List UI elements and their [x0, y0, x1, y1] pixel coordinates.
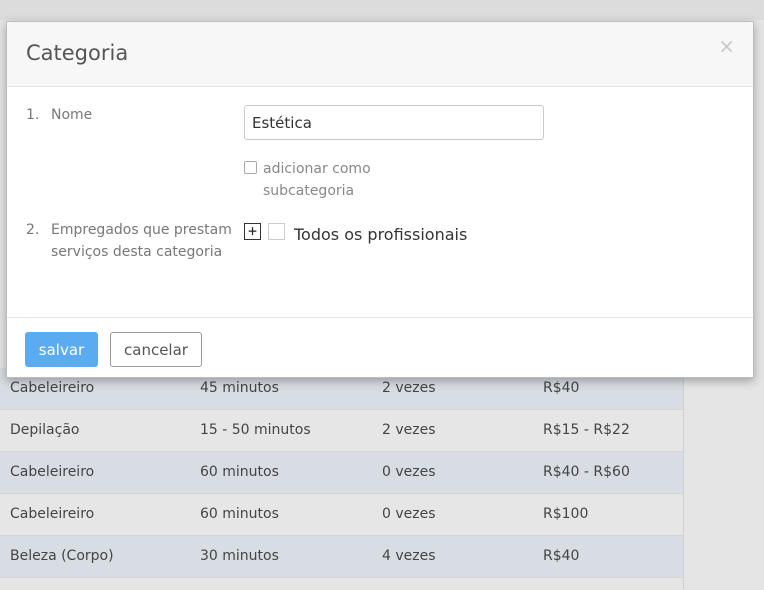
- save-button[interactable]: salvar: [25, 332, 98, 367]
- cell-times: 2 vezes: [382, 380, 436, 396]
- cell-category: Depilação: [10, 422, 80, 438]
- cell-price: R$15 - R$22: [543, 422, 630, 438]
- close-icon[interactable]: ×: [718, 36, 735, 56]
- cell-duration: 15 - 50 minutos: [200, 422, 311, 438]
- cell-duration: 30 minutos: [200, 548, 279, 564]
- table-row[interactable]: Beleza (Corpo) 30 minutos 4 vezes R$40: [0, 536, 683, 578]
- name-label: Nome: [51, 107, 93, 123]
- cell-category: Cabeleireiro: [10, 464, 95, 480]
- cell-price: R$40 - R$60: [543, 464, 630, 480]
- expand-plus-icon[interactable]: +: [244, 223, 261, 240]
- cell-times: 4 vezes: [382, 548, 436, 564]
- cell-price: R$40: [543, 548, 580, 564]
- cell-price: R$40: [543, 380, 580, 396]
- modal-header: Categoria ×: [7, 22, 753, 87]
- all-professionals-checkbox[interactable]: [268, 223, 285, 240]
- category-modal: Categoria × 1. Nome adicionar como subca…: [6, 21, 754, 378]
- cell-duration: 60 minutos: [200, 464, 279, 480]
- cell-category: Cabeleireiro: [10, 506, 95, 522]
- subcategory-label[interactable]: adicionar como subcategoria: [263, 158, 403, 202]
- cell-times: 0 vezes: [382, 464, 436, 480]
- page-right-panel: [683, 368, 764, 590]
- modal-footer: salvar cancelar: [7, 317, 753, 379]
- field-number-name: 1.: [26, 107, 40, 123]
- cell-duration: 45 minutos: [200, 380, 279, 396]
- table-row[interactable]: Cabeleireiro 60 minutos 0 vezes R$40 - R…: [0, 452, 683, 494]
- cell-times: 2 vezes: [382, 422, 436, 438]
- field-number-employees: 2.: [26, 222, 40, 238]
- all-professionals-label[interactable]: Todos os profissionais: [294, 225, 467, 244]
- cell-price: R$100: [543, 506, 589, 522]
- table-row[interactable]: Depilação 15 - 50 minutos 2 vezes R$15 -…: [0, 410, 683, 452]
- subcategory-checkbox[interactable]: [244, 161, 257, 174]
- page-topbar: [0, 0, 764, 20]
- modal-title: Categoria: [26, 41, 129, 65]
- name-input[interactable]: [244, 105, 544, 140]
- cancel-button[interactable]: cancelar: [110, 332, 202, 367]
- services-table: Cabeleireiro 45 minutos 2 vezes R$40 Dep…: [0, 368, 683, 578]
- employees-label: Empregados que prestam serviços desta ca…: [51, 222, 232, 260]
- table-row[interactable]: Cabeleireiro 60 minutos 0 vezes R$100: [0, 494, 683, 536]
- cell-times: 0 vezes: [382, 506, 436, 522]
- cell-category: Beleza (Corpo): [10, 548, 114, 564]
- cell-duration: 60 minutos: [200, 506, 279, 522]
- cell-category: Cabeleireiro: [10, 380, 95, 396]
